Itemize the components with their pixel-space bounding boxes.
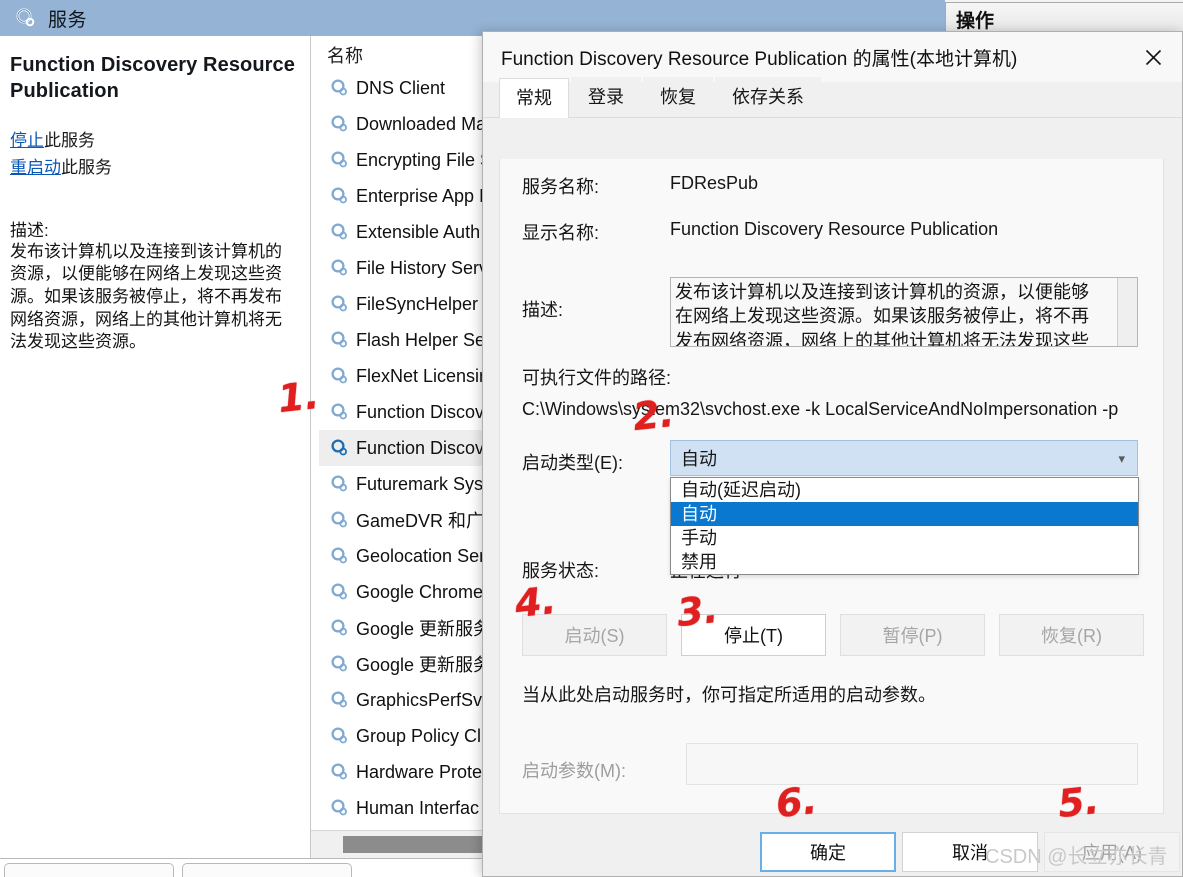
list-item-label: Enterprise App N (356, 185, 493, 206)
gear-icon (329, 474, 349, 494)
dropdown-option[interactable]: 自动(延迟启动) (671, 478, 1138, 502)
display-name-value: Function Discovery Resource Publication (670, 219, 999, 239)
gear-icon (329, 366, 349, 386)
restart-service-suffix: 此服务 (61, 158, 112, 178)
services-window-title: 服务 (48, 9, 88, 31)
list-item-label: DNS Client (356, 77, 446, 98)
list-item-label: GraphicsPerfSvc (356, 689, 492, 710)
actions-pane-title: 操作 (956, 10, 995, 32)
start-params-input[interactable] (686, 743, 1138, 785)
list-item-label: Function Discov (356, 401, 485, 422)
service-name-value: FDResPub (670, 173, 759, 193)
startup-type-label: 启动类型(E): (522, 453, 623, 473)
dropdown-option[interactable]: 禁用 (671, 550, 1138, 574)
list-item-label: Human Interfac (356, 797, 480, 818)
watermark: CSDN @长立亦长青 (985, 846, 1168, 868)
stop-button[interactable]: 停止(T) (681, 614, 826, 656)
restart-service-link[interactable]: 重启动 (10, 158, 61, 177)
gear-icon (329, 330, 349, 350)
list-item-label: Google 更新服务 (356, 655, 492, 675)
startup-type-combobox[interactable]: 自动 ▾ (670, 440, 1138, 476)
dropdown-option[interactable]: 自动 (671, 502, 1138, 526)
gear-icon (329, 114, 349, 134)
gear-icon (329, 798, 349, 818)
dialog-tabs[interactable]: 常规 登录 恢复 依存关系 (483, 77, 1182, 118)
display-name-label: 显示名称: (522, 223, 600, 243)
list-item-label: Google Chrome (356, 581, 484, 602)
gear-icon (329, 438, 349, 458)
pause-button: 暂停(P) (840, 614, 985, 656)
tab-1[interactable]: 常规 (499, 78, 569, 118)
service-detail-title: Function Discovery Resource Publication (10, 54, 296, 103)
stop-service-link-row: 停止此服务 (10, 127, 298, 155)
start-params-label: 启动参数(M): (522, 761, 626, 781)
description-textbox-value: 发布该计算机以及连接到该计算机的资源，以便能够在网络上发现这些资源。如果该服务被… (675, 282, 1089, 347)
gear-icon (329, 618, 349, 638)
description-textbox[interactable]: 发布该计算机以及连接到该计算机的资源，以便能够在网络上发现这些资源。如果该服务被… (670, 277, 1138, 347)
startup-type-selected-value: 自动 (681, 449, 717, 469)
tab-4[interactable]: 依存关系 (715, 77, 821, 117)
gear-icon (329, 654, 349, 674)
ok-button[interactable]: 确定 (760, 832, 896, 872)
mmc-tab-extended[interactable] (4, 863, 174, 877)
service-name-label: 服务名称: (522, 177, 600, 197)
gear-icon (329, 78, 349, 98)
gear-icon (14, 7, 36, 29)
gear-icon (329, 582, 349, 602)
list-item-label: GameDVR 和广 (356, 511, 485, 531)
mmc-tab-standard[interactable] (182, 863, 352, 877)
service-detail-description-text: 发布该计算机以及连接到该计算机的资源，以便能够在网络上发现这些资源。如果该服务被… (10, 241, 282, 352)
gear-icon (329, 690, 349, 710)
gear-icon (329, 294, 349, 314)
list-item-label: Geolocation Ser (356, 545, 486, 566)
service-action-links: 停止此服务 重启动此服务 (10, 127, 298, 182)
dialog-titlebar: Function Discovery Resource Publication … (483, 32, 1182, 82)
dialog-title: Function Discovery Resource Publication … (501, 48, 1018, 70)
tab-3[interactable]: 恢复 (643, 77, 713, 117)
list-item-label: Function Discov (356, 437, 485, 458)
stop-service-link[interactable]: 停止 (10, 131, 44, 150)
list-item-label: FileSyncHelper (356, 293, 479, 314)
restart-service-link-row: 重启动此服务 (10, 154, 298, 182)
list-item-label: Google 更新服务 (356, 619, 492, 639)
gear-icon (329, 186, 349, 206)
list-item-label: Flash Helper Se (356, 329, 486, 350)
dialog-general-tab-content: 服务名称: FDResPub 显示名称: Function Discovery … (499, 159, 1164, 814)
exe-path-label: 可执行文件的路径: (522, 368, 672, 388)
screen: 服务 Function Discovery Resource Publicati… (0, 0, 1183, 877)
gear-icon (329, 546, 349, 566)
list-item-label: Hardware Prote (356, 761, 483, 782)
list-item-label: Extensible Auth (356, 221, 481, 242)
service-control-buttons: 启动(S) 停止(T) 暂停(P) 恢复(R) (522, 614, 1144, 656)
list-item-label: Group Policy Cli (356, 725, 486, 746)
resume-button: 恢复(R) (999, 614, 1144, 656)
service-detail-description-label: 描述: (10, 220, 49, 240)
list-item-label: Downloaded Ma (356, 113, 487, 134)
gear-icon (329, 402, 349, 422)
description-scrollbar[interactable] (1117, 278, 1137, 346)
list-item-label: Encrypting File S (356, 149, 493, 170)
gear-icon (329, 222, 349, 242)
list-item-label: Futuremark Syst (356, 473, 489, 494)
service-status-label: 服务状态: (522, 561, 600, 581)
stop-service-suffix: 此服务 (44, 130, 95, 150)
list-item-label: File History Serv (356, 257, 489, 278)
gear-icon (329, 150, 349, 170)
startup-params-hint: 当从此处启动服务时，你可指定所适用的启动参数。 (522, 685, 936, 705)
close-icon[interactable] (1130, 38, 1176, 76)
gear-icon (329, 510, 349, 530)
tab-2[interactable]: 登录 (571, 77, 641, 117)
start-button: 启动(S) (522, 614, 667, 656)
gear-icon (329, 726, 349, 746)
list-item-label: FlexNet Licensin (356, 365, 490, 386)
startup-type-dropdown-list[interactable]: 自动(延迟启动) 自动 手动 禁用 (670, 477, 1139, 575)
chevron-down-icon: ▾ (1118, 451, 1125, 466)
description-label: 描述: (522, 300, 564, 320)
dropdown-option[interactable]: 手动 (671, 526, 1138, 550)
gear-icon (329, 258, 349, 278)
gear-icon (329, 762, 349, 782)
exe-path-value: C:\Windows\system32\svchost.exe -k Local… (522, 399, 1119, 419)
service-properties-dialog: Function Discovery Resource Publication … (482, 31, 1183, 877)
service-detail-pane: Function Discovery Resource Publication … (0, 36, 310, 830)
